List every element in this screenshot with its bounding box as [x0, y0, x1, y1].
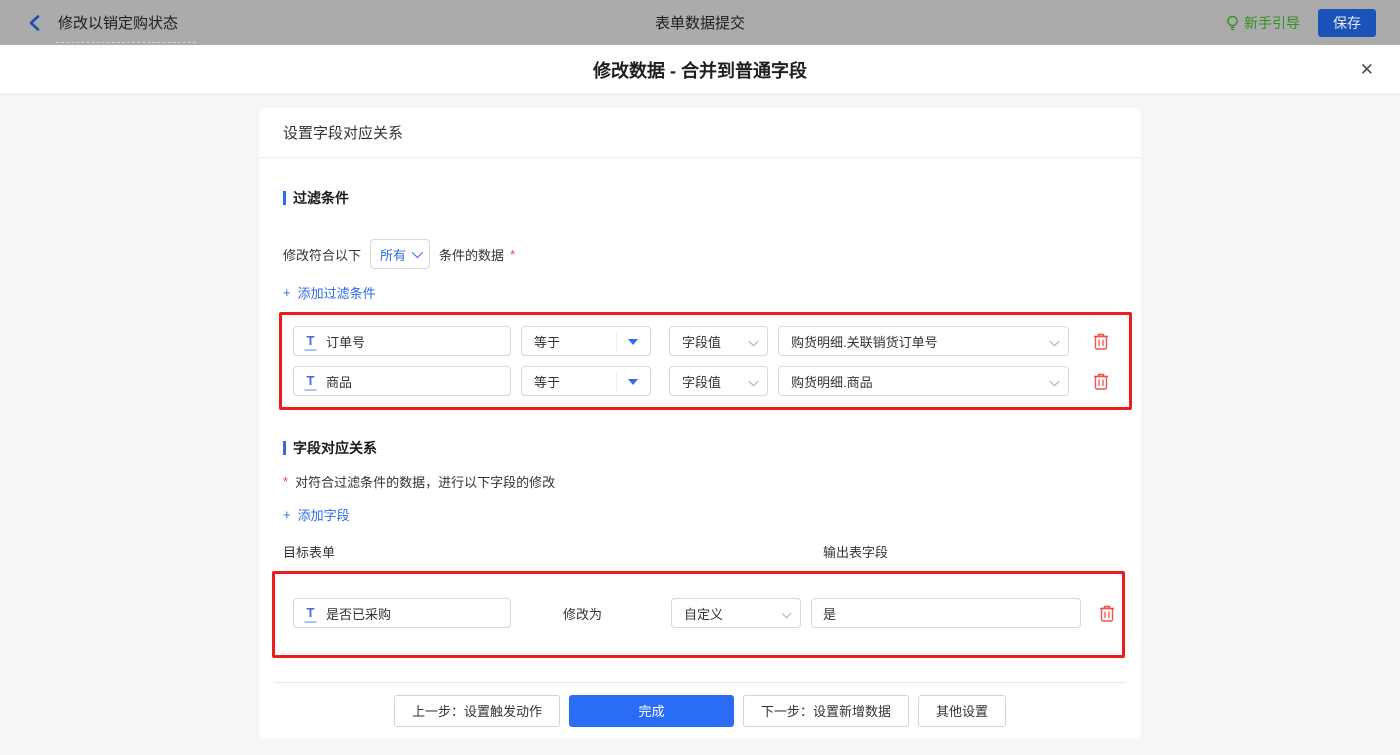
text-field-icon: T [304, 606, 317, 623]
trash-icon [1100, 605, 1114, 622]
caret-down-icon [628, 339, 638, 345]
close-icon[interactable]: ✕ [1360, 59, 1374, 81]
other-settings-button[interactable]: 其他设置 [918, 694, 1007, 727]
value-type-value: 字段值 [682, 374, 722, 390]
next-step-button[interactable]: 下一步：设置新增数据 [742, 694, 909, 727]
done-button[interactable]: 完成 [568, 694, 734, 727]
add-field-label: 添加字段 [297, 508, 350, 523]
modal-title: 修改数据 - 合并到普通字段 [593, 60, 807, 81]
column-header-target-form: 目标表单 [283, 545, 336, 560]
topbar: 修改以销定购状态 表单数据提交 新手引导 保存 [0, 0, 1400, 45]
required-asterisk: * [510, 246, 516, 262]
text-field-icon: T [304, 374, 317, 391]
value-type-select[interactable]: 字段值 [669, 366, 768, 396]
chevron-down-icon [748, 336, 759, 347]
plus-icon: + [283, 285, 291, 300]
modify-to-label: 修改为 [563, 606, 603, 622]
mapping-section-label: 字段对应关系 [293, 440, 377, 456]
chevron-down-icon [1049, 336, 1060, 347]
plus-icon: + [283, 507, 291, 522]
filter-field-name: 商品 [326, 374, 353, 390]
delete-row-button[interactable] [1093, 371, 1111, 391]
settings-card: 设置字段对应关系 过滤条件 修改符合以下 所有 条件的数据 * + 添加过滤条件 [259, 108, 1141, 739]
required-asterisk: * [283, 474, 289, 489]
filter-row: T 商品 等于 字段值 购货明细.商品 [293, 366, 1129, 396]
chevron-left-icon [29, 14, 39, 31]
value-type-select[interactable]: 字段值 [669, 326, 768, 356]
add-filter-label: 添加过滤条件 [297, 286, 376, 301]
workflow-title[interactable]: 修改以销定购状态 [58, 12, 178, 33]
delete-row-button[interactable] [1093, 331, 1111, 351]
modal-body: 设置字段对应关系 过滤条件 修改符合以下 所有 条件的数据 * + 添加过滤条件 [0, 108, 1400, 755]
delete-row-button[interactable] [1099, 603, 1117, 623]
condition-match-select[interactable]: 所有 [370, 239, 431, 269]
operator-value: 等于 [534, 334, 561, 350]
text-field-icon: T [304, 334, 317, 351]
filter-section-title: 过滤条件 [283, 188, 1117, 208]
app-title: 表单数据提交 [654, 15, 745, 32]
custom-value-input[interactable] [811, 598, 1081, 628]
annotation-box-mapping: T 是否已采购 修改为 自定义 [272, 571, 1125, 658]
annotation-box-filters: T 订单号 等于 字段值 购货明细.关联销货订单号 T 商品 等于 字段值 购货… [279, 312, 1132, 410]
condition-select-value: 所有 [380, 247, 407, 263]
modal-header: 修改数据 - 合并到普通字段 ✕ [0, 45, 1400, 95]
lightbulb-icon [1227, 15, 1238, 30]
filter-row: T 订单号 等于 字段值 购货明细.关联销货订单号 [293, 326, 1129, 356]
add-field-link[interactable]: + 添加字段 [283, 505, 350, 524]
filter-field-select[interactable]: T 订单号 [293, 326, 511, 356]
caret-down-icon [628, 379, 638, 385]
prev-step-button[interactable]: 上一步：设置触发动作 [393, 694, 560, 727]
mapping-description: 对符合过滤条件的数据，进行以下字段的修改 [295, 475, 556, 490]
value-field-select[interactable]: 购货明细.关联销货订单号 [778, 326, 1069, 356]
card-footer: 上一步：设置触发动作 完成 下一步：设置新增数据 其他设置 [259, 682, 1141, 739]
chevron-down-icon [1049, 376, 1060, 387]
save-button[interactable]: 保存 [1318, 8, 1376, 37]
chevron-down-icon [748, 376, 759, 387]
title-edit-underline [56, 42, 196, 43]
operator-select[interactable]: 等于 [521, 366, 651, 396]
beginner-guide-link[interactable]: 新手引导 [1226, 13, 1300, 33]
add-filter-condition-link[interactable]: + 添加过滤条件 [283, 283, 376, 302]
filter-field-name: 订单号 [326, 334, 366, 350]
filter-section-label: 过滤条件 [293, 190, 349, 206]
trash-icon [1094, 333, 1108, 350]
operator-value: 等于 [534, 374, 561, 390]
back-button[interactable] [24, 13, 44, 33]
operator-select[interactable]: 等于 [521, 326, 651, 356]
card-header: 设置字段对应关系 [259, 108, 1141, 158]
target-field-name: 是否已采购 [326, 606, 392, 622]
value-mode-select[interactable]: 自定义 [671, 598, 801, 628]
value-field-value: 购货明细.商品 [791, 374, 873, 390]
value-field-select[interactable]: 购货明细.商品 [778, 366, 1069, 396]
chevron-down-icon [781, 608, 792, 619]
guide-label: 新手引导 [1244, 14, 1300, 31]
mapping-row: T 是否已采购 修改为 自定义 [293, 598, 1122, 628]
value-mode-value: 自定义 [684, 606, 724, 622]
trash-icon [1094, 373, 1108, 390]
chevron-down-icon [411, 246, 424, 259]
column-header-output-field: 输出表字段 [823, 545, 889, 560]
value-field-value: 购货明细.关联销货订单号 [791, 334, 938, 350]
value-type-value: 字段值 [682, 334, 722, 350]
target-field-select[interactable]: T 是否已采购 [293, 598, 511, 628]
condition-prefix: 修改符合以下 [283, 247, 362, 263]
section-accent-bar [283, 191, 286, 205]
mapping-section-title: 字段对应关系 [283, 438, 1117, 458]
section-accent-bar [283, 441, 286, 455]
filter-field-select[interactable]: T 商品 [293, 366, 511, 396]
condition-suffix: 条件的数据 [439, 247, 505, 263]
